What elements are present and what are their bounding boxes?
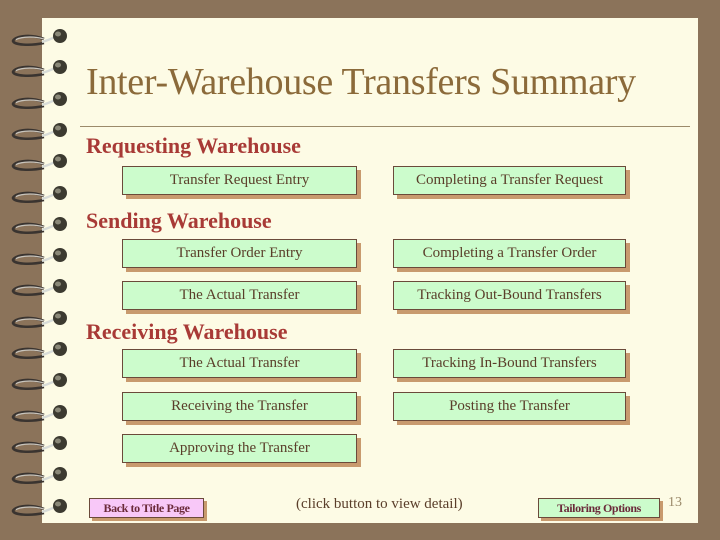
completing-transfer-order-button[interactable]: Completing a Transfer Order (393, 239, 626, 268)
binding-ring-icon (11, 342, 67, 360)
binding-ring-icon (11, 122, 67, 140)
section-heading-requesting: Requesting Warehouse (86, 133, 301, 158)
binding-ring-icon (11, 404, 67, 422)
tracking-inbound-transfers-button[interactable]: Tracking In-Bound Transfers (393, 349, 626, 378)
section-heading-receiving: Receiving Warehouse (86, 319, 288, 344)
instruction-hint: (click button to view detail) (296, 496, 463, 512)
page-number: 13 (668, 495, 682, 510)
approving-the-transfer-button[interactable]: Approving the Transfer (122, 434, 357, 463)
receiving-actual-transfer-button[interactable]: The Actual Transfer (122, 349, 357, 378)
back-to-title-page-button[interactable]: Back to Title Page (89, 498, 204, 518)
binding-ring-icon (11, 310, 67, 328)
section-heading-sending: Sending Warehouse (86, 208, 272, 233)
receiving-the-transfer-button[interactable]: Receiving the Transfer (122, 392, 357, 421)
binding-ring-icon (11, 279, 67, 297)
binding-ring-icon (11, 185, 67, 203)
tailoring-options-button[interactable]: Tailoring Options (538, 498, 660, 518)
transfer-request-entry-button[interactable]: Transfer Request Entry (122, 166, 357, 195)
binding-ring-icon (11, 373, 67, 391)
binding-ring-icon (11, 29, 67, 47)
title-divider (80, 126, 690, 127)
sending-actual-transfer-button[interactable]: The Actual Transfer (122, 281, 357, 310)
binding-ring-icon (11, 248, 67, 266)
binding-ring-icon (11, 467, 67, 485)
completing-transfer-request-button[interactable]: Completing a Transfer Request (393, 166, 626, 195)
page-title: Inter-Warehouse Transfers Summary (86, 61, 636, 103)
binding-ring-icon (11, 216, 67, 234)
transfer-order-entry-button[interactable]: Transfer Order Entry (122, 239, 357, 268)
posting-the-transfer-button[interactable]: Posting the Transfer (393, 392, 626, 421)
binding-ring-icon (11, 60, 67, 78)
binding-ring-icon (11, 435, 67, 453)
binding-ring-icon (11, 91, 67, 109)
tracking-outbound-transfers-button[interactable]: Tracking Out-Bound Transfers (393, 281, 626, 310)
binding-ring-icon (11, 498, 67, 516)
binding-ring-icon (11, 154, 67, 172)
